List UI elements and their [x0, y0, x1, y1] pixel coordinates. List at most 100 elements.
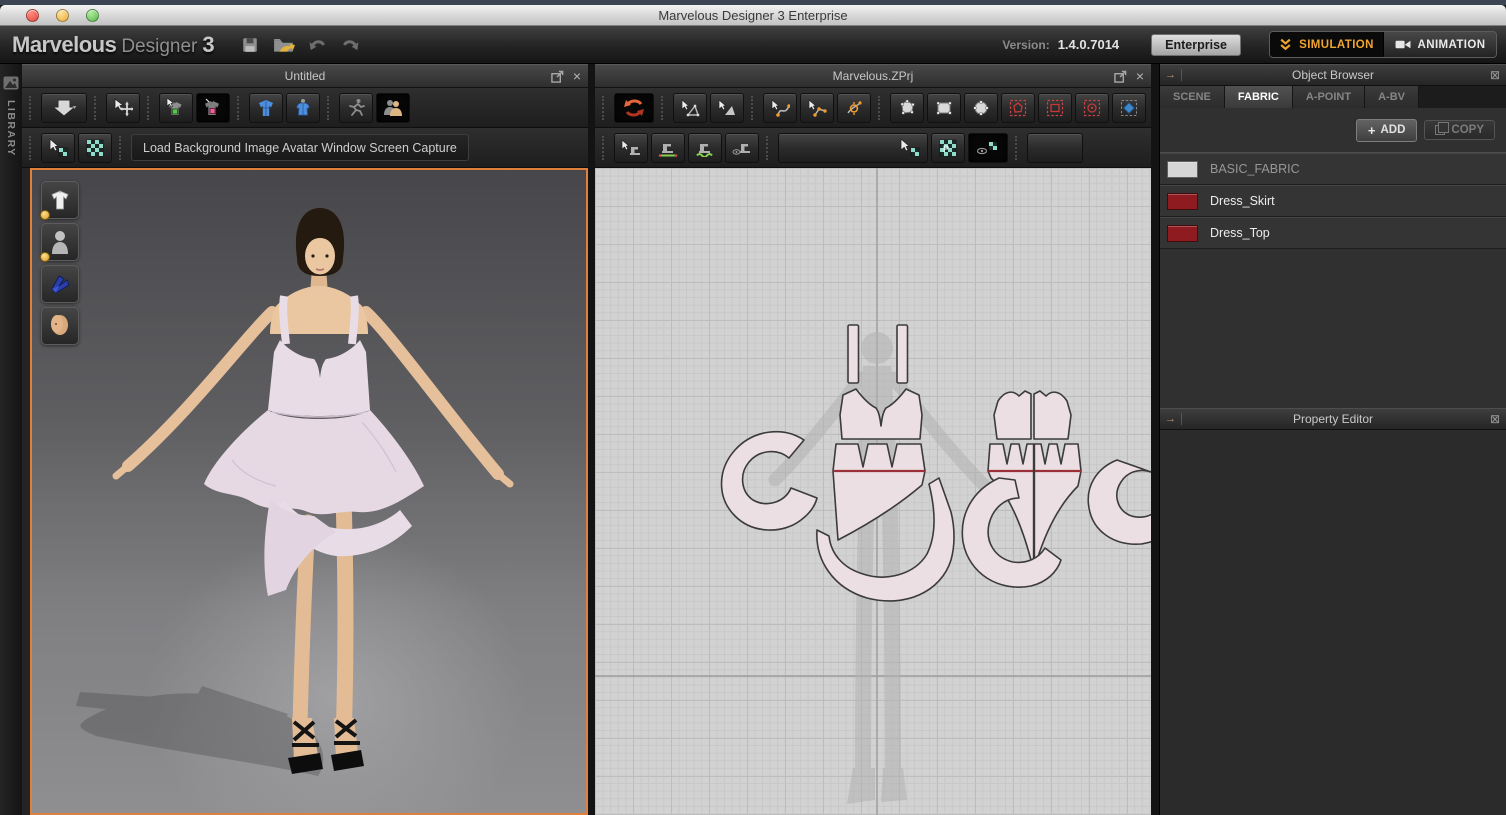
collapse-arrow-icon[interactable]: →	[1160, 413, 1182, 425]
segment-sewing-button[interactable]	[651, 133, 685, 163]
internal-polygon-button[interactable]	[1001, 93, 1035, 123]
enterprise-button[interactable]: Enterprise	[1151, 34, 1241, 56]
avatar-display-button[interactable]	[376, 93, 410, 123]
back-bodice-left-pattern[interactable]	[994, 391, 1031, 439]
popout-icon[interactable]	[551, 70, 564, 83]
internal-circle-button[interactable]	[1075, 93, 1109, 123]
blank-toolbar-button[interactable]	[1027, 133, 1083, 163]
remove-pin-button[interactable]	[196, 93, 230, 123]
minimize-window-button[interactable]	[56, 9, 69, 22]
popout-icon[interactable]	[1114, 70, 1127, 83]
pattern-canvas[interactable]	[595, 168, 1151, 815]
ruffle-pattern[interactable]	[1088, 460, 1151, 544]
cursor-checker-icon	[897, 138, 921, 158]
fabric-swatch[interactable]	[1167, 161, 1198, 178]
select-pin-button[interactable]	[159, 93, 193, 123]
fabric-swatch[interactable]	[1167, 193, 1198, 210]
fabric-list-item[interactable]: Dress_Top	[1160, 217, 1506, 249]
edit-texture-button[interactable]	[78, 133, 112, 163]
head-thumbnail[interactable]	[41, 307, 79, 345]
reset-arrangement-button[interactable]	[249, 93, 283, 123]
mac-titlebar[interactable]: Marvelous Designer 3 Enterprise	[0, 5, 1506, 26]
toolbar-drag-handle[interactable]	[602, 96, 607, 120]
front-skirt-pattern[interactable]	[833, 444, 925, 540]
avatar-motion-button[interactable]	[339, 93, 373, 123]
circle-button[interactable]	[964, 93, 998, 123]
tab-a-point[interactable]: A-POINT	[1293, 86, 1365, 108]
select-move-button[interactable]	[106, 93, 140, 123]
panel-close-icon[interactable]: ⊠	[1484, 68, 1506, 82]
toolbar-drag-handle[interactable]	[147, 96, 152, 120]
edit-pattern-button[interactable]	[763, 93, 797, 123]
show-sewing-button[interactable]	[725, 133, 759, 163]
toolbar-drag-handle[interactable]	[94, 96, 99, 120]
toolbar-drag-handle[interactable]	[751, 96, 756, 120]
tshirt-thumbnail[interactable]	[41, 181, 79, 219]
fabric-list-item[interactable]: Dress_Skirt	[1160, 185, 1506, 217]
toolbar-drag-handle[interactable]	[1015, 136, 1020, 160]
tab-fabric[interactable]: FABRIC	[1225, 86, 1293, 108]
toolbar-drag-handle[interactable]	[29, 96, 34, 120]
panel-close-icon[interactable]: ⊠	[1484, 412, 1506, 426]
edit-sewing-button[interactable]	[614, 133, 648, 163]
toolbar-drag-handle[interactable]	[766, 136, 771, 160]
transform-template-button[interactable]	[710, 93, 744, 123]
toolbar-drag-handle[interactable]	[237, 96, 242, 120]
tab-animation[interactable]: ANIMATION	[1383, 32, 1496, 57]
toolbar-drag-handle[interactable]	[327, 96, 332, 120]
toolbar-drag-handle[interactable]	[29, 136, 34, 160]
internal-rectangle-button[interactable]	[1038, 93, 1072, 123]
library-tab-strip[interactable]: LIBRARY	[0, 64, 22, 815]
avatar-figure[interactable]	[116, 208, 510, 774]
dart-button[interactable]	[1112, 93, 1146, 123]
shoes-thumbnail[interactable]	[41, 265, 79, 303]
simulate-button[interactable]	[41, 93, 87, 123]
select-texture-2d-button[interactable]	[778, 133, 928, 163]
load-background-image-button[interactable]: Load Background Image Avatar Window Scre…	[131, 134, 469, 161]
copy-fabric-button[interactable]: COPY	[1424, 120, 1495, 140]
close-icon[interactable]: ×	[1136, 69, 1144, 83]
select-texture-button[interactable]	[41, 133, 75, 163]
collapse-arrow-icon[interactable]: →	[1160, 69, 1182, 81]
open-file-icon[interactable]	[273, 36, 295, 54]
transform-pattern-button[interactable]	[673, 93, 707, 123]
free-sewing-button[interactable]	[688, 133, 722, 163]
close-window-button[interactable]	[26, 9, 39, 22]
strap-pattern[interactable]	[848, 325, 859, 383]
polygon-button[interactable]	[890, 93, 924, 123]
strap-pattern[interactable]	[897, 325, 908, 383]
toolbar-drag-handle[interactable]	[661, 96, 666, 120]
close-icon[interactable]: ×	[573, 69, 581, 83]
rectangle-button[interactable]	[927, 93, 961, 123]
panel-divider[interactable]	[588, 64, 595, 815]
edit-texture-2d-button[interactable]: P	[931, 133, 965, 163]
property-editor-header[interactable]: → Property Editor ⊠	[1160, 408, 1506, 430]
object-browser-header[interactable]: → Object Browser ⊠	[1160, 64, 1506, 86]
undo-icon[interactable]	[309, 37, 327, 53]
toolbar-drag-handle[interactable]	[119, 136, 124, 160]
viewport-3d[interactable]	[30, 168, 588, 815]
toolbar-drag-handle[interactable]	[878, 96, 883, 120]
arrange-to-avatar-button[interactable]	[286, 93, 320, 123]
avatar-3d[interactable]	[32, 170, 584, 811]
tab-a-bv[interactable]: A-BV	[1365, 86, 1419, 108]
panel-divider[interactable]	[1151, 64, 1159, 815]
add-fabric-button[interactable]: + ADD	[1356, 119, 1418, 142]
redo-icon[interactable]	[341, 37, 359, 53]
edit-curvature-button[interactable]	[800, 93, 834, 123]
viewport-2d[interactable]	[595, 168, 1151, 815]
mannequin-thumbnail[interactable]	[41, 223, 79, 261]
tab-simulation[interactable]: SIMULATION	[1270, 32, 1383, 57]
save-icon[interactable]	[241, 36, 259, 54]
panel-2d-titlebar[interactable]: Marvelous.ZPrj ×	[595, 64, 1151, 88]
panel-3d-titlebar[interactable]: Untitled ×	[22, 64, 588, 88]
sync-button[interactable]	[614, 93, 654, 123]
fabric-swatch[interactable]	[1167, 225, 1198, 242]
toolbar-drag-handle[interactable]	[602, 136, 607, 160]
back-bodice-right-pattern[interactable]	[1034, 391, 1071, 439]
show-texture-button[interactable]	[968, 133, 1008, 163]
add-point-button[interactable]	[837, 93, 871, 123]
fabric-list-item[interactable]: BASIC_FABRIC	[1160, 153, 1506, 185]
zoom-window-button[interactable]	[86, 9, 99, 22]
tab-scene[interactable]: SCENE	[1160, 86, 1225, 108]
